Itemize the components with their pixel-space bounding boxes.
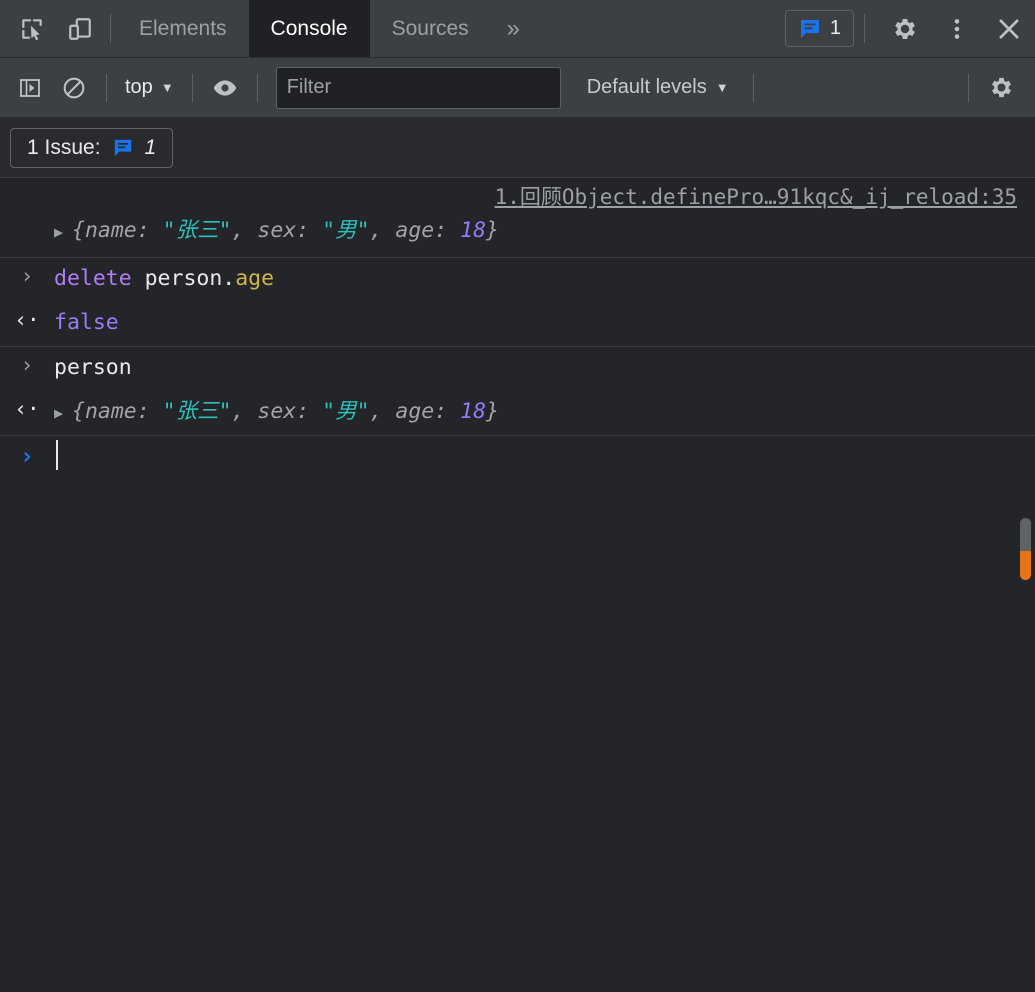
toolbar-divider-3	[256, 73, 258, 102]
source-link[interactable]: 1.回顾Object.definePro…91kqc&_ij_reload:35	[495, 185, 1017, 209]
filter-input[interactable]	[275, 66, 561, 109]
obj2-seg-1: "张三"	[162, 399, 232, 424]
issues-summary-label: 1 Issue:	[27, 135, 101, 159]
log-level-label: Default levels	[586, 76, 707, 98]
obj2-seg-0: {name:	[72, 399, 163, 424]
bool-false: false	[54, 310, 119, 335]
issue-message-icon	[800, 19, 819, 38]
obj2-seg-4: , age:	[369, 399, 461, 424]
clear-console-icon[interactable]	[52, 66, 96, 110]
console-scrollbar[interactable]	[1020, 518, 1031, 580]
obj-seg-4: , age:	[369, 218, 461, 243]
scrollbar-highlight	[1020, 551, 1031, 580]
tab-sources[interactable]: Sources	[370, 0, 491, 57]
issues-bar: 1 Issue: 1	[0, 118, 1035, 178]
input-expression-delete: delete person.age	[54, 262, 1035, 296]
obj2-seg-6: }	[486, 399, 499, 424]
console-input-row-person[interactable]: › person	[0, 347, 1035, 391]
kw-delete: delete	[54, 266, 145, 291]
issue-message-icon-bar	[114, 139, 131, 156]
chevron-down-icon-levels: ▼	[715, 80, 729, 95]
device-toolbar-icon[interactable]	[56, 0, 104, 57]
obj-seg-3: "男"	[322, 218, 370, 243]
console-message-group-person: › person ‹· ▶ {name: "张三", sex: "男", age:…	[0, 347, 1035, 436]
devtools-tabbar: Elements Console Sources » 1	[0, 0, 1035, 58]
console-source-link-row: 1.回顾Object.definePro…91kqc&_ij_reload:35	[0, 178, 1035, 214]
console-toolbar: top ▼ Default levels ▼	[0, 58, 1035, 118]
more-tabs-chevron-icon[interactable]: »	[491, 0, 536, 57]
expand-arrow-icon-2[interactable]: ▶	[54, 404, 63, 422]
tab-console[interactable]: Console	[248, 0, 370, 57]
close-icon[interactable]	[983, 15, 1035, 43]
ident-person-2: person	[54, 355, 132, 380]
vertical-dots-icon[interactable]	[931, 16, 983, 42]
obj-seg-2: , sex:	[231, 218, 323, 243]
text-cursor	[56, 440, 58, 470]
input-gutter-icon-2: ›	[20, 353, 34, 377]
live-expression-eye-icon[interactable]	[203, 66, 247, 110]
gear-icon[interactable]	[879, 15, 931, 43]
execution-context-selector[interactable]: top ▼	[117, 76, 182, 99]
tabbar-right-controls	[871, 0, 1035, 57]
console-sidebar-icon[interactable]	[8, 66, 52, 110]
obj-seg-6: }	[486, 218, 499, 243]
console-log-row: ▶ {name: "张三", sex: "男", age: 18}	[0, 214, 1035, 257]
issues-chip-button[interactable]: 1	[784, 10, 854, 47]
output-value-object: ▶ {name: "张三", sex: "男", age: 18}	[54, 395, 1035, 430]
prompt-chevron-icon: ›	[19, 442, 35, 470]
input-expression-person: person	[54, 351, 1035, 385]
tabbar-divider	[110, 14, 111, 43]
log-gutter	[0, 214, 54, 216]
obj2-seg-5: 18	[460, 399, 487, 424]
chevron-down-icon: ▼	[160, 80, 174, 95]
console-output-row-false: ‹· false	[0, 302, 1035, 346]
obj-seg-1: "张三"	[162, 218, 232, 243]
obj2-seg-3: "男"	[322, 399, 370, 424]
ident-person: person.	[144, 266, 236, 291]
tab-sources-label: Sources	[391, 16, 469, 40]
tab-elements-label: Elements	[139, 16, 227, 40]
output-value-false: false	[54, 306, 1035, 340]
tabbar-divider-2	[864, 14, 865, 43]
prop-age: age	[235, 266, 275, 291]
execution-context-label: top	[125, 76, 153, 98]
log-value: ▶ {name: "张三", sex: "男", age: 18}	[54, 214, 1035, 249]
console-output-row-object: ‹· ▶ {name: "张三", sex: "男", age: 18}	[0, 391, 1035, 435]
toolbar-divider-1	[106, 73, 107, 102]
issues-summary-button[interactable]: 1 Issue: 1	[10, 127, 174, 168]
tab-console-label: Console	[270, 16, 348, 40]
console-prompt-row[interactable]: ›	[0, 436, 1035, 480]
output-gutter-icon-2: ‹·	[14, 397, 40, 421]
obj-seg-0: {name:	[72, 218, 163, 243]
console-prompt-input[interactable]	[54, 440, 1035, 475]
toolbar-divider-4	[752, 73, 754, 102]
devtools-window: Elements Console Sources » 1 top ▼ Filte…	[0, 0, 1035, 992]
console-output[interactable]: 1.回顾Object.definePro…91kqc&_ij_reload:35…	[0, 178, 1035, 992]
expand-arrow-icon[interactable]: ▶	[54, 223, 63, 241]
console-settings-gear-icon[interactable]	[979, 66, 1023, 110]
toolbar-divider-5	[968, 73, 969, 102]
console-message-group-delete: › delete person.age ‹· false	[0, 258, 1035, 347]
obj-seg-5: 18	[460, 218, 487, 243]
output-gutter-icon: ‹·	[14, 308, 40, 332]
log-level-selector[interactable]: Default levels ▼	[573, 76, 743, 99]
issues-chip-count: 1	[829, 17, 841, 39]
console-message-group-log: 1.回顾Object.definePro…91kqc&_ij_reload:35…	[0, 178, 1035, 258]
obj2-seg-2: , sex:	[231, 399, 323, 424]
inspect-cursor-icon[interactable]	[8, 0, 56, 57]
issues-summary-count: 1	[144, 135, 157, 159]
toolbar-divider-2	[191, 73, 193, 102]
tabbar-spacer	[536, 0, 781, 57]
console-input-row-delete[interactable]: › delete person.age	[0, 258, 1035, 302]
input-gutter-icon: ›	[20, 264, 34, 288]
tab-elements[interactable]: Elements	[117, 0, 249, 57]
more-tabs-label: »	[506, 14, 521, 42]
